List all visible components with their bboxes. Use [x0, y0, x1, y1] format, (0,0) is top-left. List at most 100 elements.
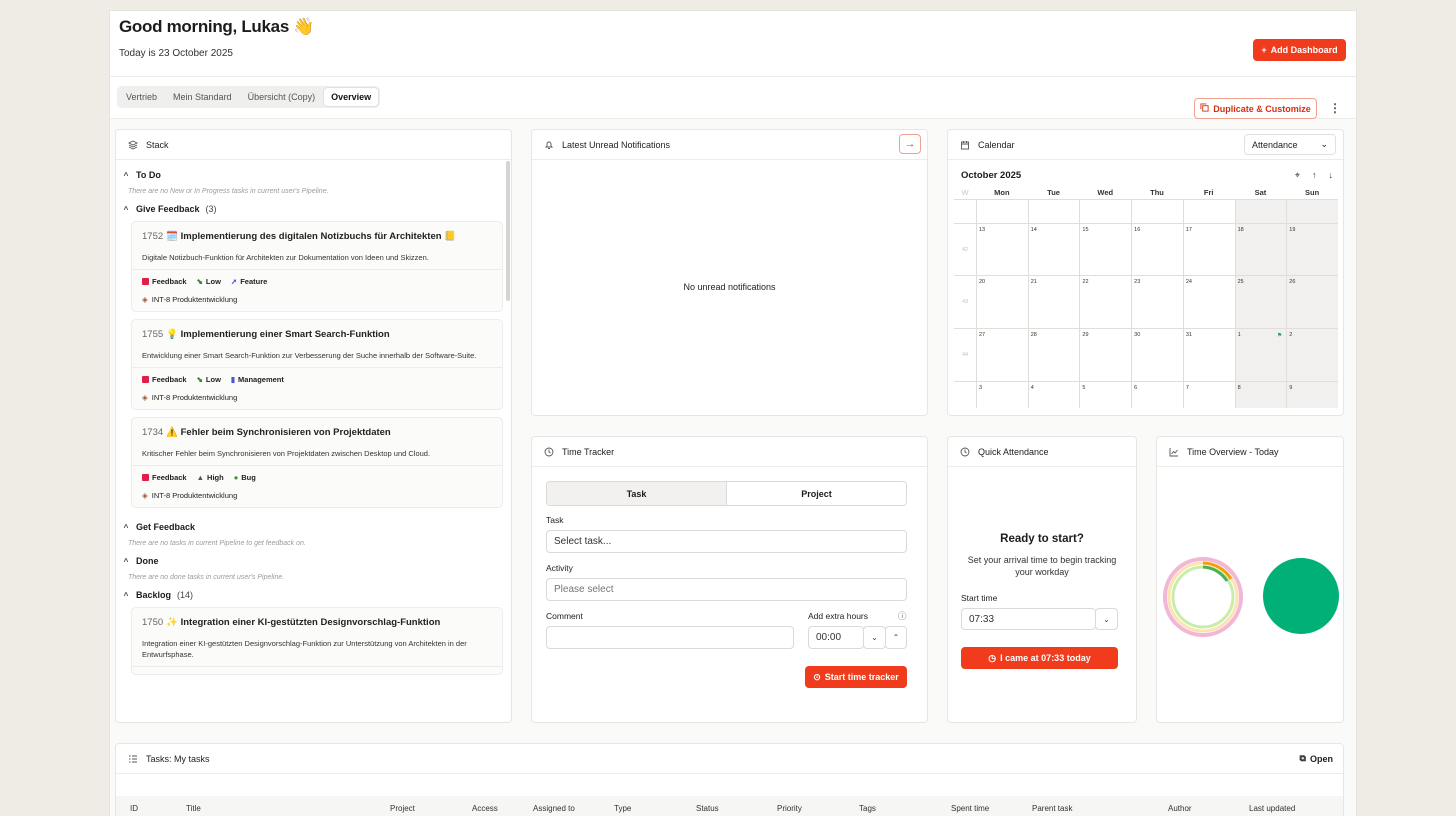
- time-overview-header: Time Overview - Today: [1157, 437, 1343, 467]
- box-icon: ◈: [142, 491, 148, 500]
- quick-attendance-title: Quick Attendance: [978, 446, 1049, 457]
- info-icon[interactable]: ⓘ: [898, 610, 907, 622]
- calendar-day[interactable]: 23: [1131, 276, 1183, 328]
- calendar-icon: [959, 139, 970, 150]
- more-options-icon[interactable]: ⋮: [1329, 101, 1341, 115]
- column-header[interactable]: Type: [614, 804, 631, 813]
- start-time-tracker-button[interactable]: ⊙ Start time tracker: [805, 666, 907, 688]
- calendar-day[interactable]: 24: [1182, 276, 1235, 328]
- tab-vertrieb[interactable]: Vertrieb: [119, 88, 164, 106]
- column-header[interactable]: Priority: [777, 804, 802, 813]
- arrow-down-icon[interactable]: ↓: [1329, 170, 1334, 181]
- calendar-day[interactable]: 27: [976, 329, 1028, 381]
- chevron-down-icon[interactable]: ⌄: [1095, 608, 1118, 630]
- activity-select[interactable]: Please select: [546, 578, 907, 601]
- calendar-day[interactable]: 14: [1027, 224, 1080, 275]
- calendar-title: Calendar: [978, 139, 1015, 150]
- calendar-day[interactable]: 16: [1131, 224, 1183, 275]
- activity-label: Activity: [546, 563, 573, 573]
- calendar-day[interactable]: 25: [1234, 276, 1287, 328]
- column-header[interactable]: Project: [390, 804, 415, 813]
- stack-body: ^ To Do There are no New or In Progress t…: [116, 161, 511, 722]
- calendar-day[interactable]: 18: [1234, 224, 1287, 275]
- clock-icon: ◷: [988, 652, 997, 663]
- calendar-day[interactable]: 21: [1027, 276, 1080, 328]
- calendar-day[interactable]: 8: [1234, 382, 1287, 408]
- time-pie-chart: [1263, 558, 1339, 634]
- section-backlog[interactable]: ^ Backlog (14): [122, 590, 500, 600]
- column-header[interactable]: Last updated: [1249, 804, 1295, 813]
- task-card[interactable]: 1755 💡 Implementierung einer Smart Search…: [131, 319, 503, 410]
- calendar-day[interactable]: 17: [1182, 224, 1235, 275]
- column-header[interactable]: Title: [186, 804, 201, 813]
- column-header[interactable]: Parent task: [1032, 804, 1072, 813]
- arrow-right-icon[interactable]: →: [899, 134, 921, 154]
- chevron-down-icon[interactable]: ⌄: [863, 626, 886, 649]
- calendar-week-row: [954, 200, 1338, 224]
- calendar-day[interactable]: 28: [1027, 329, 1080, 381]
- start-time-input[interactable]: 07:33: [961, 608, 1096, 630]
- calendar-day[interactable]: 22: [1079, 276, 1131, 328]
- calendar-day[interactable]: 31: [1182, 329, 1235, 381]
- ready-heading: Ready to start?: [1000, 533, 1084, 545]
- comment-field[interactable]: [546, 626, 794, 649]
- column-header[interactable]: Tags: [859, 804, 876, 813]
- tab-mein-standard[interactable]: Mein Standard: [166, 88, 239, 106]
- task-card[interactable]: 1734 ⚠️ Fehler beim Synchronisieren von P…: [131, 417, 503, 508]
- open-tasks-link[interactable]: ⧉ Open: [1300, 753, 1333, 764]
- add-dashboard-button[interactable]: + Add Dashboard: [1253, 39, 1346, 61]
- target-icon[interactable]: ⌖: [1295, 170, 1300, 181]
- section-get-feedback[interactable]: ^ Get Feedback: [122, 522, 500, 532]
- flag-icon: ⚑: [1276, 333, 1283, 339]
- calendar-day[interactable]: 26: [1286, 276, 1338, 328]
- arrow-up-icon[interactable]: ↑: [1312, 170, 1317, 181]
- calendar-day[interactable]: 6: [1131, 382, 1183, 408]
- section-give-feedback[interactable]: ^ Give Feedback (3): [122, 204, 500, 214]
- chevron-up-icon[interactable]: ⌃: [885, 626, 907, 649]
- plus-icon: +: [1261, 45, 1267, 55]
- calendar-day[interactable]: 3: [976, 382, 1028, 408]
- stack-widget: Stack ^ To Do There are no New or In Prog…: [115, 129, 512, 723]
- extra-hours-input[interactable]: 00:00: [808, 626, 864, 649]
- calendar-day[interactable]: 9: [1286, 382, 1338, 408]
- column-header[interactable]: ID: [130, 804, 138, 813]
- status-badge: Feedback: [142, 473, 187, 482]
- priority-badge: ▲ High: [196, 473, 224, 482]
- section-todo[interactable]: ^ To Do: [122, 170, 500, 180]
- column-header[interactable]: Author: [1168, 804, 1192, 813]
- task-select[interactable]: Select task...: [546, 530, 907, 553]
- duplicate-customize-button[interactable]: Duplicate & Customize: [1194, 98, 1317, 119]
- task-title: ✨ Integration einer KI-gestützten Design…: [166, 617, 441, 628]
- calendar-day[interactable]: 1 ⚑: [1234, 329, 1287, 381]
- task-card[interactable]: 1752 🗓️ Implementierung des digitalen Not…: [131, 221, 503, 312]
- type-badge: ➚ Feature: [230, 277, 268, 286]
- calendar-day[interactable]: 19: [1286, 224, 1338, 275]
- tracker-mode-toggle: Task Project: [546, 481, 907, 506]
- time-tracker-header: Time Tracker: [532, 437, 927, 467]
- column-header[interactable]: Status: [696, 804, 719, 813]
- column-header[interactable]: Access: [472, 804, 498, 813]
- status-color-icon: [142, 474, 149, 481]
- calendar-day[interactable]: 7: [1182, 382, 1235, 408]
- tab-project[interactable]: Project: [727, 482, 906, 505]
- section-done[interactable]: ^ Done: [122, 556, 500, 566]
- check-in-button[interactable]: ◷ I came at 07:33 today: [961, 647, 1118, 669]
- tab-task[interactable]: Task: [547, 482, 727, 505]
- calendar-day[interactable]: 2: [1286, 329, 1338, 381]
- tab-overview[interactable]: Overview: [324, 88, 379, 106]
- calendar-day[interactable]: 4: [1027, 382, 1080, 408]
- calendar-day[interactable]: 20: [976, 276, 1028, 328]
- task-id: 1752: [142, 231, 164, 242]
- calendar-day[interactable]: 15: [1079, 224, 1131, 275]
- calendar-day[interactable]: 5: [1079, 382, 1131, 408]
- column-header[interactable]: Assigned to: [533, 804, 575, 813]
- tab-uebersicht-copy[interactable]: Übersicht (Copy): [241, 88, 323, 106]
- column-header[interactable]: Spent time: [951, 804, 989, 813]
- chevron-up-icon: ^: [123, 522, 129, 532]
- task-card[interactable]: 1750 ✨ Integration einer KI-gestützten De…: [131, 607, 503, 675]
- calendar-day[interactable]: 30: [1131, 329, 1183, 381]
- calendar-day[interactable]: 13: [976, 224, 1028, 275]
- status-badge: Feedback: [142, 375, 187, 384]
- calendar-view-select[interactable]: Attendance ⌄: [1244, 134, 1336, 155]
- calendar-day[interactable]: 29: [1079, 329, 1131, 381]
